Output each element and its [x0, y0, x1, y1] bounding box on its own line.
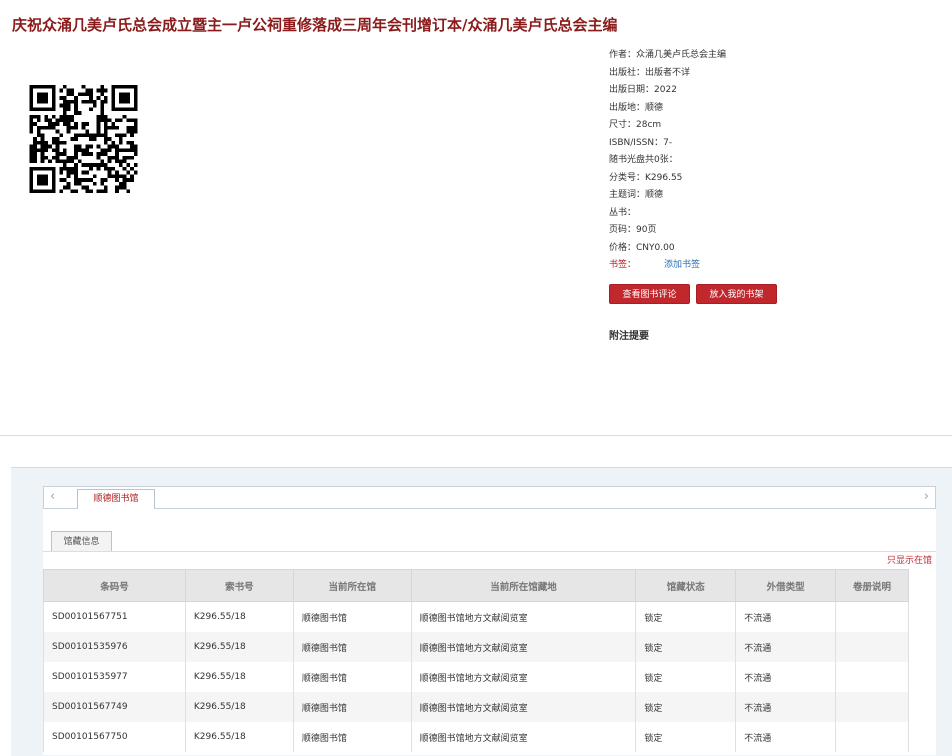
table-row: SD00101535977 K296.55/18 顺德图书馆 顺德图书馆地方文献… — [43, 662, 909, 692]
tab-shunde-library[interactable]: 顺德图书馆 — [77, 489, 155, 509]
table-row: SD00101567751 K296.55/18 顺德图书馆 顺德图书馆地方文献… — [43, 601, 909, 632]
cell-location: 顺德图书馆地方文献阅览室 — [410, 722, 637, 752]
cell-library: 顺德图书馆 — [292, 601, 412, 632]
cell-status: 锁定 — [635, 722, 737, 752]
notes-heading: 附注提要 — [609, 331, 649, 342]
cell-call-number: K296.55/18 — [184, 632, 294, 662]
qr-code-image — [29, 85, 138, 193]
cell-volume-note — [835, 662, 909, 692]
meta-price: 价格：CNY0.00 — [609, 242, 675, 253]
cell-status: 锁定 — [635, 692, 737, 722]
table-row: SD00101535976 K296.55/18 顺德图书馆 顺德图书馆地方文献… — [43, 632, 909, 662]
chevron-right-icon[interactable]: › — [924, 489, 929, 504]
cell-library: 顺德图书馆 — [292, 632, 412, 662]
cell-barcode: SD00101567750 — [43, 722, 186, 752]
cell-loan-type: 不流通 — [735, 632, 837, 662]
table-row: SD00101567749 K296.55/18 顺德图书馆 顺德图书馆地方文献… — [43, 692, 909, 722]
book-title: 庆祝众涌几美卢氏总会成立暨主一卢公祠重修落成三周年会刊增订本/众涌几美卢氏总会主… — [12, 16, 618, 34]
cell-volume-note — [835, 601, 909, 632]
cell-barcode: SD00101535977 — [43, 662, 186, 692]
cell-status: 锁定 — [635, 632, 737, 662]
col-loan-type[interactable]: 外借类型 — [735, 569, 837, 602]
meta-size: 尺寸：28cm — [609, 120, 662, 130]
cell-barcode: SD00101567749 — [43, 692, 186, 722]
cell-status: 锁定 — [635, 662, 737, 692]
only-available-link[interactable]: 只显示在馆 — [887, 553, 932, 566]
tab-holding-info[interactable]: 馆藏信息 — [51, 531, 112, 552]
meta-publish-date: 出版日期：2022 — [609, 85, 677, 95]
bookmark-label: 书签： — [609, 260, 637, 270]
cell-library: 顺德图书馆 — [292, 662, 412, 692]
meta-subject: 主题词：顺德 — [609, 190, 664, 200]
chevron-left-icon[interactable]: ‹ — [50, 489, 55, 504]
cell-call-number: K296.55/18 — [184, 662, 294, 692]
table-header-row: 条码号 索书号 当前所在馆 当前所在馆藏地 馆藏状态 外借类型 卷册说明 — [43, 569, 909, 602]
cell-loan-type: 不流通 — [735, 601, 837, 632]
cell-barcode: SD00101567751 — [43, 601, 186, 632]
cell-location: 顺德图书馆地方文献阅览室 — [410, 692, 637, 722]
meta-author: 作者：众涌几美卢氏总会主编 — [609, 50, 727, 60]
cell-library: 顺德图书馆 — [292, 692, 412, 722]
meta-publisher: 出版社：出版者不详 — [609, 67, 691, 78]
col-current-location[interactable]: 当前所在馆藏地 — [410, 569, 637, 602]
cell-library: 顺德图书馆 — [292, 722, 412, 752]
cell-location: 顺德图书馆地方文献阅览室 — [410, 601, 637, 632]
cell-status: 锁定 — [635, 601, 737, 632]
subtab-divider — [43, 551, 936, 552]
cell-loan-type: 不流通 — [735, 662, 837, 692]
view-reviews-button[interactable]: 查看图书评论 — [609, 284, 690, 304]
library-tabbar: ‹ 顺德图书馆 › — [43, 486, 936, 509]
cell-call-number: K296.55/18 — [184, 722, 294, 752]
add-to-shelf-button[interactable]: 放入我的书架 — [696, 284, 777, 304]
cell-call-number: K296.55/18 — [184, 601, 294, 632]
col-current-library[interactable]: 当前所在馆 — [292, 569, 412, 602]
bookmark-row: 书签： 添加书签 — [609, 259, 939, 277]
col-volume-note[interactable]: 卷册说明 — [835, 569, 909, 602]
cell-barcode: SD00101535976 — [43, 632, 186, 662]
meta-series: 丛书： — [609, 207, 637, 218]
cell-location: 顺德图书馆地方文献阅览室 — [410, 662, 637, 692]
cell-volume-note — [835, 722, 909, 752]
meta-pages: 页码：90页 — [609, 225, 657, 235]
cell-volume-note — [835, 692, 909, 722]
table-row: SD00101567750 K296.55/18 顺德图书馆 顺德图书馆地方文献… — [43, 722, 909, 752]
col-call-number[interactable]: 索书号 — [184, 569, 294, 602]
action-buttons: 查看图书评论 放入我的书架 — [609, 282, 783, 304]
cell-loan-type: 不流通 — [735, 722, 837, 752]
cell-volume-note — [835, 632, 909, 662]
cell-call-number: K296.55/18 — [184, 692, 294, 722]
add-bookmark-link[interactable]: 添加书签 — [664, 260, 700, 270]
meta-cd-count: 随书光盘共0张： — [609, 155, 678, 165]
book-metadata: 作者：众涌几美卢氏总会主编 出版社：出版者不详 出版日期：2022 出版地：顺德… — [609, 49, 939, 277]
meta-isbn: ISBN/ISSN：7- — [609, 137, 673, 148]
meta-class-number: 分类号：K296.55 — [609, 172, 683, 183]
holdings-table: 条码号 索书号 当前所在馆 当前所在馆藏地 馆藏状态 外借类型 卷册说明 SD0… — [43, 569, 909, 752]
meta-publish-place: 出版地：顺德 — [609, 102, 664, 113]
cell-loan-type: 不流通 — [735, 692, 837, 722]
col-barcode[interactable]: 条码号 — [43, 569, 186, 602]
cell-location: 顺德图书馆地方文献阅览室 — [410, 632, 637, 662]
divider — [0, 435, 952, 436]
col-status[interactable]: 馆藏状态 — [635, 569, 737, 602]
